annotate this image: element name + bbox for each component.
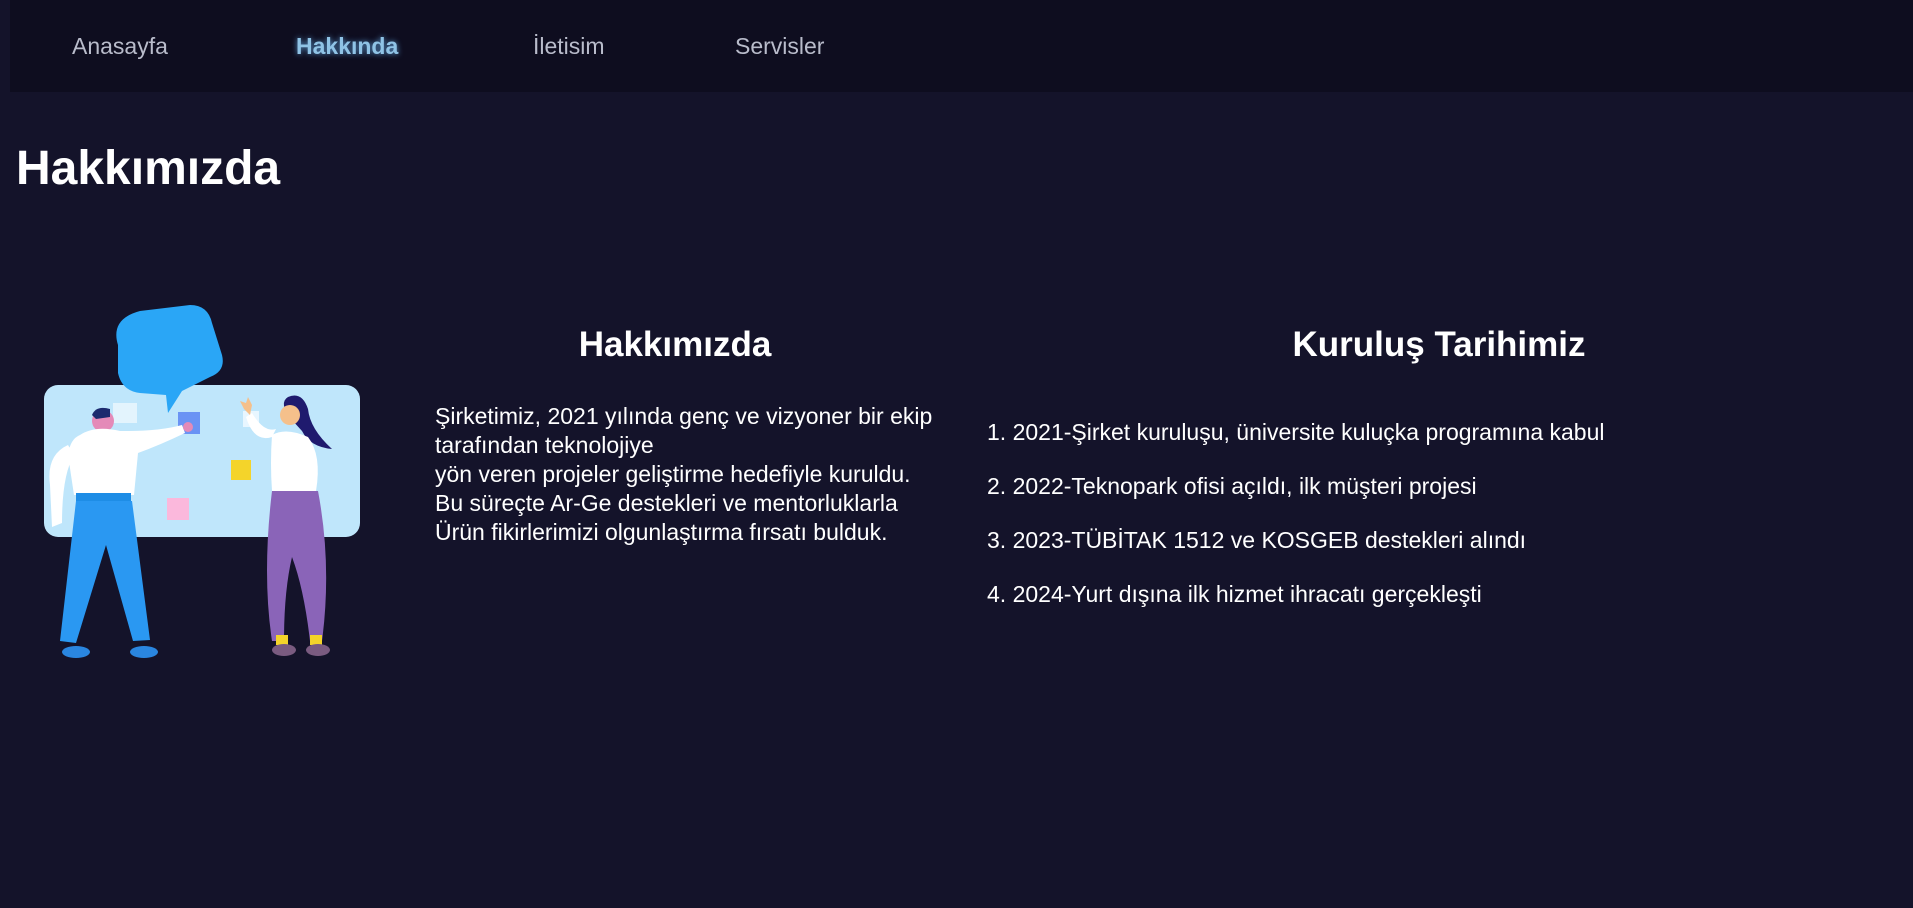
about-section: Hakkımızda Şirketimiz, 2021 yılında genç…	[435, 325, 935, 547]
man-shoe-shape	[130, 646, 158, 658]
man-shoe-shape	[62, 646, 90, 658]
woman-pants-shape	[267, 491, 327, 641]
sticky-note-shape	[113, 403, 137, 423]
man-belt-shape	[76, 493, 131, 502]
about-heading: Hakkımızda	[578, 325, 772, 364]
history-item: 1. 2021-Şirket kuruluşu, üniversite kulu…	[987, 419, 1605, 445]
nav-link-servisler[interactable]: Servisler	[735, 33, 824, 60]
team-collaboration-illustration	[44, 305, 360, 658]
about-paragraph: Şirketimiz, 2021 yılında genç ve vizyone…	[435, 402, 935, 547]
top-navbar: Anasayfa Hakkında İletisim Servisler	[10, 0, 1913, 92]
about-line: Ürün fikirlerimizi olgunlaştırma fırsatı…	[435, 519, 888, 545]
woman-shoe-shape	[306, 644, 330, 656]
woman-shoe-shape	[272, 644, 296, 656]
woman-sock-shape	[276, 635, 288, 645]
woman-sock-shape	[310, 635, 322, 645]
sticky-note-shape	[167, 498, 189, 520]
history-item: 3. 2023-TÜBİTAK 1512 ve KOSGEB destekler…	[987, 527, 1527, 553]
about-line: Bu süreçte Ar-Ge destekleri ve mentorluk…	[435, 490, 898, 516]
nav-link-anasayfa[interactable]: Anasayfa	[72, 33, 168, 60]
page-title: Hakkımızda	[16, 142, 281, 195]
about-line: Şirketimiz, 2021 yılında genç ve vizyone…	[435, 403, 933, 458]
sticky-note-shape	[231, 460, 251, 480]
woman-head-shape	[280, 405, 300, 425]
history-item: 2. 2022-Teknopark ofisi açıldı, ilk müşt…	[987, 473, 1477, 499]
nav-link-hakkinda[interactable]: Hakkında	[296, 33, 398, 60]
history-section: Kuruluş Tarihimiz 1. 2021-Şirket kuruluş…	[985, 325, 1885, 607]
about-line: yön veren projeler geliştirme hedefiyle …	[435, 461, 911, 487]
nav-link-iletisim[interactable]: İletisim	[533, 33, 605, 60]
man-hand-shape	[183, 422, 193, 432]
history-list: 1. 2021-Şirket kuruluşu, üniversite kulu…	[987, 419, 1605, 635]
history-item: 4. 2024-Yurt dışına ilk hizmet ihracatı …	[987, 581, 1482, 607]
history-heading: Kuruluş Tarihimiz	[1292, 325, 1586, 364]
